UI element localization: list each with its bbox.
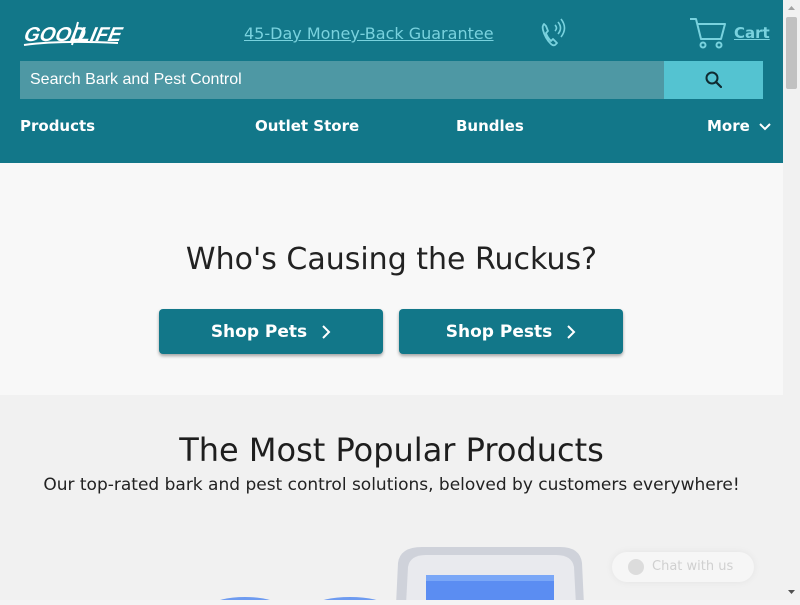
nav-more-label: More — [707, 117, 750, 135]
good-life-logo[interactable]: GOOD LIFE — [20, 18, 125, 48]
chat-widget[interactable]: Chat with us — [612, 552, 754, 582]
shop-pets-button[interactable]: Shop Pets — [159, 309, 383, 354]
shop-pests-label: Shop Pests — [445, 321, 553, 342]
chevron-right-icon — [567, 324, 576, 339]
popular-title: The Most Popular Products — [179, 431, 604, 469]
vertical-scrollbar[interactable] — [783, 0, 800, 600]
hero-section: Who's Causing the Ruckus? Shop Pets Shop… — [0, 163, 783, 395]
cart-link[interactable]: Cart — [734, 24, 770, 42]
shop-pests-button[interactable]: Shop Pests — [399, 309, 623, 354]
search-button[interactable] — [664, 61, 763, 99]
hero-title: Who's Causing the Ruckus? — [185, 242, 598, 277]
scroll-thumb[interactable] — [786, 17, 797, 89]
nav-item-products[interactable]: Products — [20, 117, 95, 135]
nav-item-more[interactable]: More — [707, 117, 771, 135]
cart-icon[interactable] — [688, 15, 728, 51]
shop-pets-label: Shop Pets — [210, 321, 308, 342]
chevron-down-icon — [759, 122, 771, 130]
site-header: GOOD LIFE 45-Day Money-Back Guarantee Ca… — [0, 0, 783, 163]
product-image[interactable] — [200, 545, 620, 600]
search-icon — [705, 71, 722, 88]
main-nav: Products Outlet Store Bundles More — [0, 117, 783, 137]
page: GOOD LIFE 45-Day Money-Back Guarantee Ca… — [0, 0, 783, 600]
chevron-right-icon — [322, 324, 331, 339]
guarantee-link[interactable]: 45-Day Money-Back Guarantee — [244, 24, 494, 43]
nav-item-outlet-store[interactable]: Outlet Store — [255, 117, 359, 135]
chat-label: Chat with us — [652, 559, 734, 574]
nav-item-bundles[interactable]: Bundles — [456, 117, 524, 135]
popular-subtitle: Our top-rated bark and pest control solu… — [43, 475, 740, 495]
scroll-down-arrow[interactable] — [783, 583, 800, 600]
search-input[interactable] — [20, 61, 664, 99]
scroll-up-arrow[interactable] — [783, 0, 800, 17]
phone-icon[interactable] — [538, 16, 568, 50]
search-bar — [20, 61, 763, 99]
chat-bubble-icon — [628, 559, 644, 575]
